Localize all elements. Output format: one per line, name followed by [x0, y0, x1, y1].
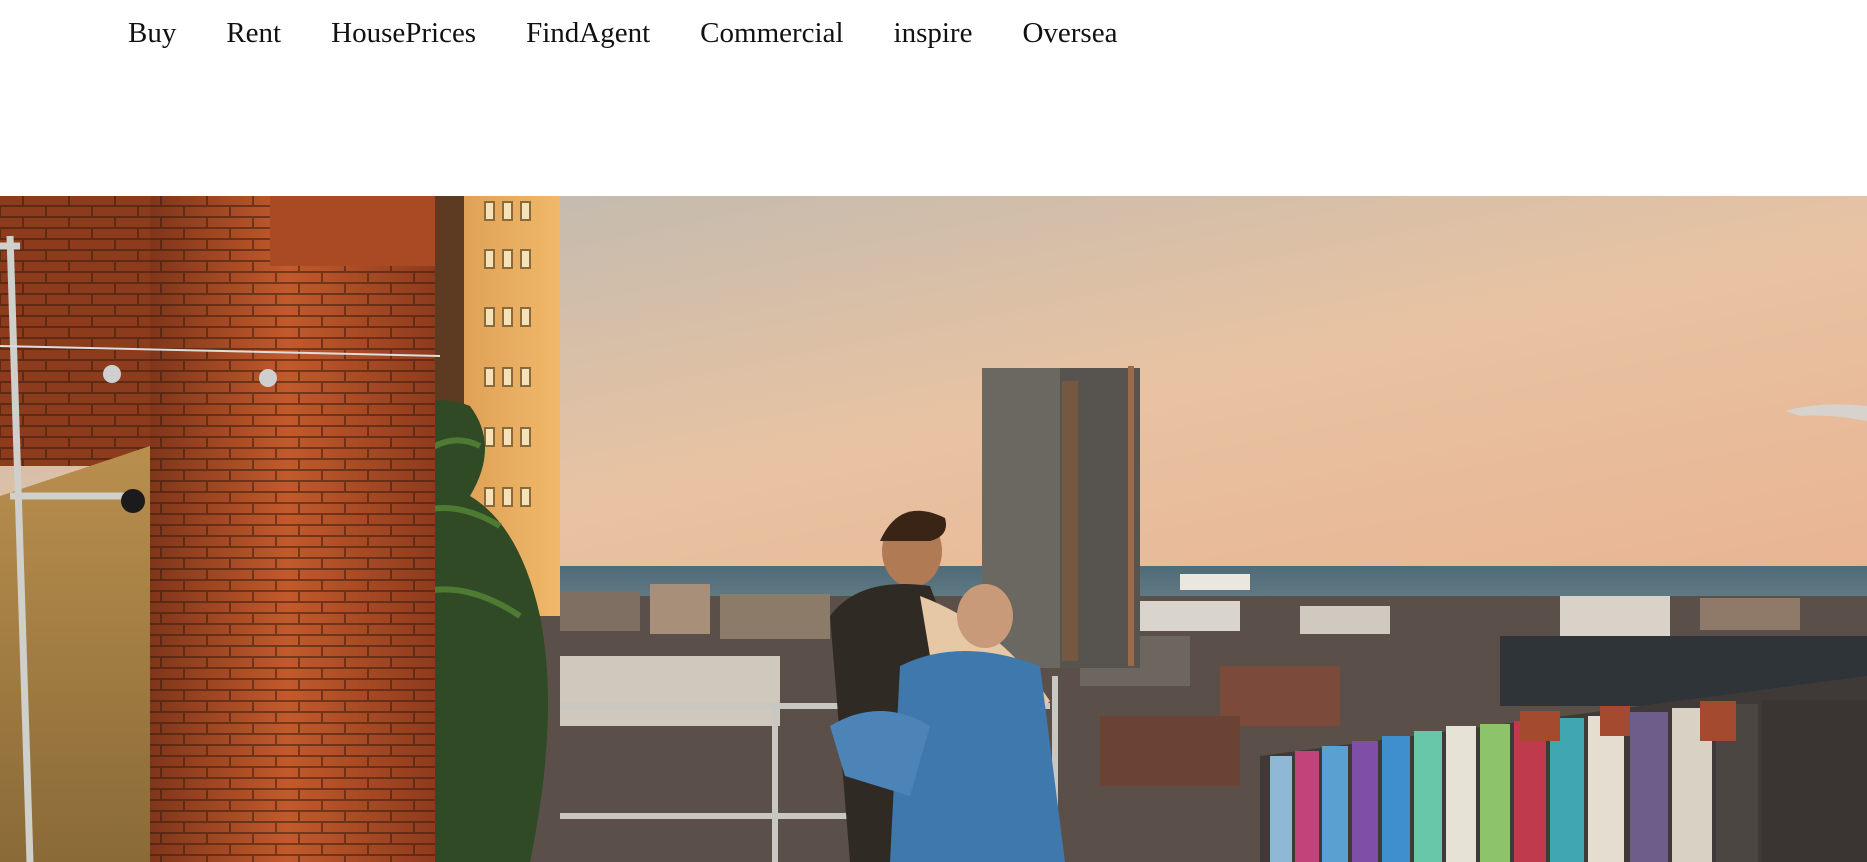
nav-item-rent[interactable]: Rent [226, 14, 281, 52]
main-navigation: Buy Rent HousePrices FindAgent Commercia… [0, 0, 1867, 196]
nav-item-inspire[interactable]: inspire [894, 14, 973, 52]
rooftop-sunset-scene [0, 196, 1867, 862]
nav-item-buy[interactable]: Buy [128, 14, 176, 52]
nav-item-house-prices[interactable]: HousePrices [331, 14, 476, 52]
hero-image [0, 196, 1867, 862]
wire-insulator [103, 365, 121, 383]
aerial-clip [121, 489, 145, 513]
nav-list: Buy Rent HousePrices FindAgent Commercia… [128, 14, 1117, 52]
nav-item-oversea[interactable]: Oversea [1022, 14, 1117, 52]
wire-insulator [259, 369, 277, 387]
nav-item-commercial[interactable]: Commercial [700, 14, 843, 52]
nav-item-find-agent[interactable]: FindAgent [526, 14, 650, 52]
ship [1180, 574, 1250, 590]
